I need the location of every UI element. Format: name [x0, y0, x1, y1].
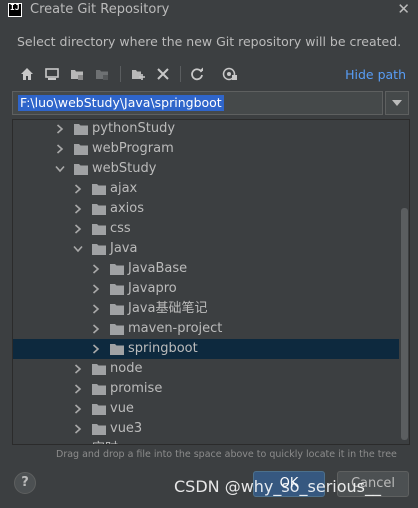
folder-icon — [74, 143, 88, 155]
file-chooser-toolbar: Hide path — [12, 63, 412, 85]
chevron-right-icon[interactable] — [73, 363, 83, 375]
toolbar-separator — [120, 66, 121, 82]
folder-icon — [110, 263, 124, 275]
tree-item[interactable]: vue — [13, 399, 399, 419]
folder-icon — [92, 423, 106, 435]
module-folder-icon[interactable] — [93, 65, 111, 83]
chevron-right-icon[interactable] — [91, 303, 101, 315]
drag-drop-hint: Drag and drop a file into the space abov… — [56, 449, 397, 460]
tree-item-label: node — [110, 361, 143, 376]
tree-item[interactable]: Java — [13, 239, 399, 259]
tree-item[interactable]: pythonStudy — [13, 120, 399, 139]
path-input-value: F:\luo\webStudy\Java\springboot — [18, 95, 224, 111]
new-folder-icon[interactable] — [129, 65, 147, 83]
chevron-right-icon[interactable] — [73, 423, 83, 435]
tree-item-label: maven-project — [128, 321, 223, 336]
tree-item-label: springboot — [128, 341, 198, 356]
tree-item-label: vue3 — [110, 421, 143, 436]
chevron-right-icon[interactable] — [73, 223, 83, 235]
folder-icon — [110, 303, 124, 315]
tree-item[interactable]: maven-project — [13, 319, 399, 339]
tree-item[interactable]: webStudy — [13, 159, 399, 179]
chevron-right-icon[interactable] — [73, 183, 83, 195]
tree-item[interactable]: Javapro — [13, 279, 399, 299]
folder-icon — [92, 223, 106, 235]
tree-item-label: Java基础笔记 — [128, 301, 208, 316]
folder-icon — [92, 383, 106, 395]
chevron-right-icon[interactable] — [73, 403, 83, 415]
chevron-down-icon[interactable] — [73, 243, 83, 255]
folder-icon — [110, 343, 124, 355]
tree-item[interactable]: JavaBase — [13, 259, 399, 279]
chevron-right-icon[interactable] — [55, 143, 65, 155]
tree-item[interactable]: springboot — [13, 339, 399, 359]
folder-icon — [74, 443, 88, 444]
chevron-down-icon[interactable] — [55, 163, 65, 175]
tree-item[interactable]: css — [13, 219, 399, 239]
chevron-right-icon[interactable] — [55, 123, 65, 135]
folder-icon — [92, 363, 106, 375]
desktop-icon[interactable] — [43, 65, 61, 83]
path-history-dropdown[interactable] — [385, 91, 409, 115]
tree-item-label: axios — [110, 201, 144, 216]
tree-item-label: JavaBase — [128, 261, 188, 276]
chevron-right-icon[interactable] — [91, 283, 101, 295]
title-bar: IJ Create Git Repository ✕ — [0, 0, 418, 22]
tree-item-label: pythonStudy — [92, 121, 176, 136]
folder-icon — [110, 323, 124, 335]
tree-item-label: webProgram — [92, 141, 174, 156]
tree-item-label: ajax — [110, 181, 138, 196]
hide-path-link[interactable]: Hide path — [345, 67, 406, 82]
delete-icon[interactable] — [154, 65, 172, 83]
chevron-right-icon[interactable] — [91, 323, 101, 335]
tree-item[interactable]: vue3 — [13, 419, 399, 439]
tree-item[interactable]: axios — [13, 199, 399, 219]
tree-item-label: promise — [110, 381, 163, 396]
folder-icon — [92, 183, 106, 195]
folder-icon — [92, 203, 106, 215]
chevron-right-icon[interactable] — [73, 203, 83, 215]
path-row: F:\luo\webStudy\Java\springboot — [12, 91, 409, 115]
folder-icon — [110, 283, 124, 295]
path-input[interactable]: F:\luo\webStudy\Java\springboot — [12, 91, 383, 115]
directory-tree[interactable]: 定时 vue3 vue promise node springboot maven-proj… — [12, 119, 410, 445]
close-icon[interactable]: ✕ — [397, 0, 410, 18]
chevron-right-icon[interactable] — [55, 443, 65, 444]
window-title: Create Git Repository — [30, 2, 170, 17]
intellij-app-icon: IJ — [8, 3, 22, 17]
tree-item-label: Javapro — [128, 281, 177, 296]
tree-item[interactable]: 定时 — [13, 439, 399, 444]
tree-item-label: 定时 — [92, 440, 118, 444]
show-hidden-icon[interactable] — [221, 65, 239, 83]
chevron-right-icon[interactable] — [91, 343, 101, 355]
tree-scrollbar[interactable] — [401, 208, 408, 440]
folder-icon — [92, 243, 106, 255]
help-button[interactable]: ? — [14, 472, 36, 494]
tree-item-label: Java — [110, 241, 138, 256]
folder-icon — [74, 163, 88, 175]
toolbar-separator — [180, 66, 181, 82]
tree-item[interactable]: promise — [13, 379, 399, 399]
tree-item-label: vue — [110, 401, 134, 416]
tree-item-label: webStudy — [92, 161, 157, 176]
chevron-right-icon[interactable] — [73, 383, 83, 395]
tree-item-label: css — [110, 221, 131, 236]
csdn-watermark: CSDN @why_so_serious__ — [174, 477, 381, 496]
home-icon[interactable] — [18, 65, 36, 83]
chevron-down-icon — [392, 100, 402, 106]
folder-icon — [74, 123, 88, 135]
tree-item[interactable]: node — [13, 359, 399, 379]
tree-item[interactable]: webProgram — [13, 139, 399, 159]
project-folder-icon[interactable] — [68, 65, 86, 83]
dialog-description: Select directory where the new Git repos… — [17, 34, 402, 49]
refresh-icon[interactable] — [188, 65, 206, 83]
folder-icon — [92, 403, 106, 415]
tree-item[interactable]: ajax — [13, 179, 399, 199]
chevron-right-icon[interactable] — [91, 263, 101, 275]
tree-item[interactable]: Java基础笔记 — [13, 299, 399, 319]
